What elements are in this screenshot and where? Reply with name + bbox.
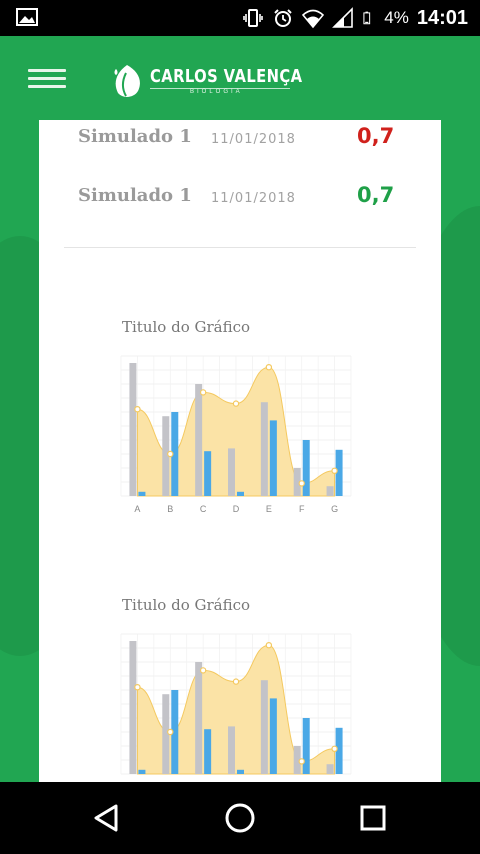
cell-signal-icon xyxy=(332,7,354,28)
battery-icon xyxy=(363,11,371,25)
x-tick-label: E xyxy=(266,504,272,514)
results-card: Simulado 1 11/01/2018 0,7 Simulado 1 11/… xyxy=(39,120,441,782)
battery-percent: 4% xyxy=(384,8,409,27)
chart-card: Titulo do Gráfico A B C D E F G xyxy=(119,318,359,538)
bar xyxy=(302,718,310,774)
data-point xyxy=(232,400,240,407)
result-row[interactable]: Simulado 1 11/01/2018 0,7 xyxy=(39,124,441,154)
bar xyxy=(195,662,203,774)
data-point xyxy=(134,406,141,413)
bar xyxy=(237,491,244,496)
bar xyxy=(204,451,212,496)
image-notification-icon xyxy=(16,8,38,26)
bar xyxy=(260,402,268,496)
data-point xyxy=(232,678,240,685)
bar xyxy=(195,384,203,496)
bar xyxy=(228,726,235,774)
data-point xyxy=(298,758,305,765)
bar-chart: ABCDEFG xyxy=(120,633,352,775)
exam-score: 0,7 xyxy=(357,183,395,207)
bar xyxy=(204,729,212,774)
logo-subtitle: BIOLOGIA xyxy=(150,87,290,95)
data-point xyxy=(265,364,273,371)
vibrate-icon xyxy=(243,9,264,27)
bar xyxy=(138,769,146,774)
bar xyxy=(269,698,277,774)
logo: CARLOS VALENÇA BIOLOGIA xyxy=(110,60,336,100)
bar xyxy=(129,641,137,774)
result-row[interactable]: Simulado 1 11/01/2018 0,7 xyxy=(39,183,441,213)
bar xyxy=(129,363,137,496)
x-tick-label: G xyxy=(331,504,338,514)
data-point xyxy=(167,450,174,458)
data-point xyxy=(134,684,141,691)
bar-chart: A B C D E F G xyxy=(120,355,352,514)
data-point xyxy=(265,642,273,649)
wifi-icon xyxy=(302,9,325,29)
data-point xyxy=(167,728,174,736)
leaf-logo-icon xyxy=(114,65,140,97)
hamburger-menu-icon[interactable] xyxy=(26,66,70,92)
data-point xyxy=(331,745,338,753)
home-icon[interactable] xyxy=(210,794,270,842)
recents-icon[interactable] xyxy=(343,794,403,842)
alarm-icon xyxy=(274,9,292,27)
bar xyxy=(228,448,235,496)
clock: 14:01 xyxy=(416,6,468,29)
navigation-bar xyxy=(0,782,480,854)
status-bar: 4% 14:01 xyxy=(0,0,480,36)
app-header: CARLOS VALENÇA BIOLOGIA xyxy=(0,36,480,120)
exam-date: 11/01/2018 xyxy=(211,191,296,206)
divider xyxy=(64,247,416,248)
bar xyxy=(302,440,310,496)
x-tick-label: B xyxy=(167,504,173,514)
x-tick-label: C xyxy=(200,504,207,514)
logo-title: CARLOS VALENÇA xyxy=(150,65,303,87)
chart-title: Titulo do Gráfico xyxy=(122,596,251,614)
exam-score: 0,7 xyxy=(357,124,395,148)
x-tick-label: F xyxy=(299,504,305,514)
x-tick-label: D xyxy=(233,504,240,514)
app-screen: CARLOS VALENÇA BIOLOGIA Simulado 1 11/01… xyxy=(0,36,480,782)
back-icon[interactable] xyxy=(76,794,136,842)
data-point xyxy=(298,480,305,487)
bar xyxy=(138,491,146,496)
bar xyxy=(237,769,244,774)
bar xyxy=(260,680,268,774)
chart-title: Titulo do Gráfico xyxy=(122,318,251,336)
bar xyxy=(326,764,334,774)
exam-name: Simulado 1 xyxy=(78,126,192,147)
data-point xyxy=(199,667,207,674)
bar xyxy=(326,486,334,496)
exam-date: 11/01/2018 xyxy=(211,132,296,147)
data-point xyxy=(331,467,338,475)
x-tick-label: A xyxy=(134,504,140,514)
exam-name: Simulado 1 xyxy=(78,185,192,206)
data-point xyxy=(199,389,207,396)
bar xyxy=(269,420,277,496)
chart-card: Titulo do Gráfico ABCDEFG xyxy=(119,596,359,782)
